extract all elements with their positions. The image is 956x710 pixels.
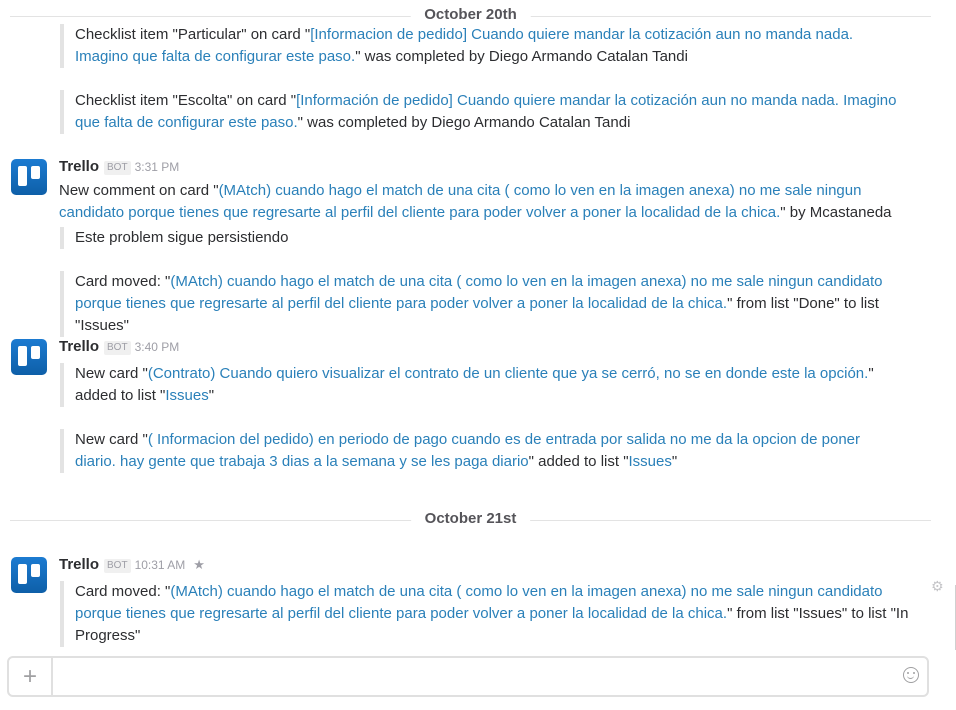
day-divider-oct20: October 20th [10,6,931,23]
attachment-comment: Este problem sigue persistiendo [60,227,902,249]
message-input[interactable] [55,660,894,695]
message-header: Trello BOT 10:31 AM ★ [59,556,205,573]
attachment-card-moved: Card moved: "(MAtch) cuando hago el matc… [60,271,902,337]
plus-icon[interactable]: + [9,658,53,695]
bot-badge: BOT [104,161,131,175]
sender-name[interactable]: Trello [59,556,99,573]
list-link[interactable]: Issues [165,387,208,404]
star-icon[interactable]: ★ [193,557,205,572]
card-link[interactable]: (Contrato) Cuando quiero visualizar el c… [148,365,868,382]
attachment-new-card-pedido: New card "( Informacion del pedido) en p… [60,429,902,473]
message-text: New comment on card "(MAtch) cuando hago… [59,182,892,221]
trello-logo-icon[interactable] [11,159,47,195]
attachment-card-moved: Card moved: "(MAtch) cuando hago el matc… [60,581,910,647]
attachment-checklist-escolta: Checklist item "Escolta" on card "[Infor… [60,90,902,134]
timestamp[interactable]: 3:40 PM [135,340,180,354]
timestamp[interactable]: 10:31 AM [135,558,186,572]
attachment-checklist-particular: Checklist item "Particular" on card "[In… [60,24,902,68]
day-divider-oct21: October 21st [10,510,931,527]
day-label: October 21st [410,510,531,527]
sender-name[interactable]: Trello [59,158,99,175]
gear-icon[interactable]: ⚙ [931,578,944,595]
attachment-new-card-contrato: New card "(Contrato) Cuando quiero visua… [60,363,892,407]
bot-badge: BOT [104,559,131,573]
day-label: October 20th [410,6,531,23]
message-header: Trello BOT 3:31 PM [59,158,179,175]
message-composer: + [7,656,929,697]
sender-name[interactable]: Trello [59,338,99,355]
trello-logo-icon[interactable] [11,339,47,375]
trello-logo-icon[interactable] [11,557,47,593]
card-link[interactable]: ( Informacion del pedido) en periodo de … [75,431,860,470]
bot-badge: BOT [104,341,131,355]
list-link[interactable]: Issues [629,453,672,470]
smiley-icon[interactable] [903,667,919,683]
timestamp[interactable]: 3:31 PM [135,160,180,174]
message-header: Trello BOT 3:40 PM [59,338,179,355]
